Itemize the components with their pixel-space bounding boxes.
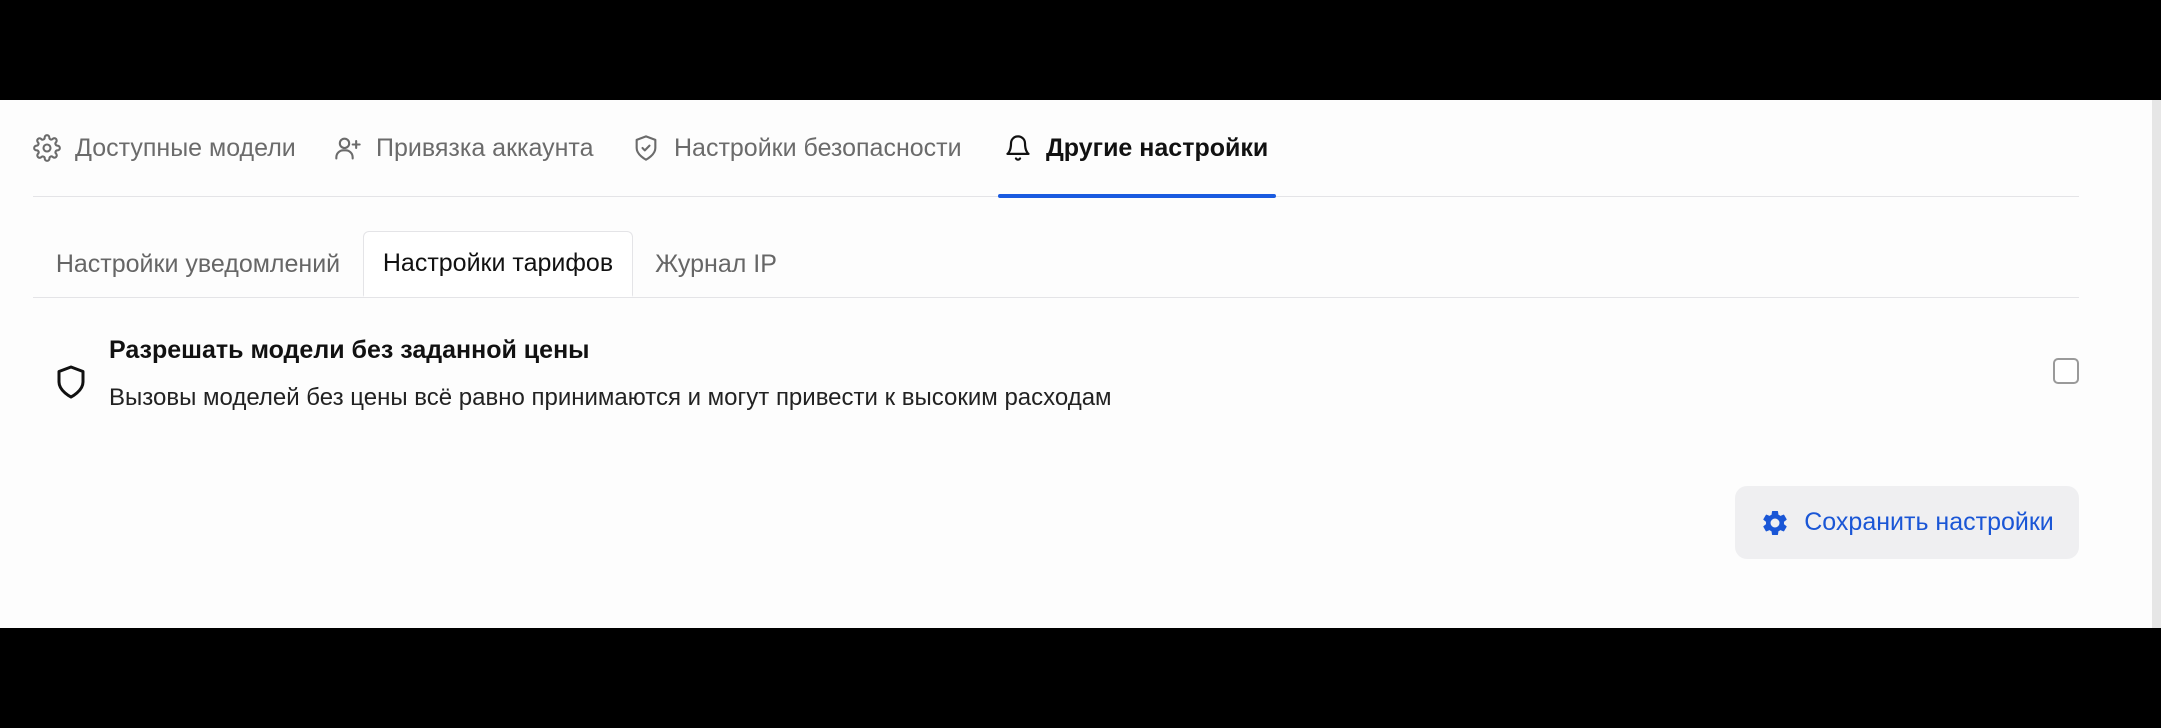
setting-description: Вызовы моделей без цены всё равно приним… <box>109 384 1112 411</box>
tab-account-binding[interactable]: Привязка аккаунта <box>334 100 594 196</box>
active-tab-indicator <box>998 194 1277 198</box>
tab-label: Привязка аккаунта <box>376 133 594 162</box>
gear-icon <box>33 134 61 162</box>
tab-other-settings[interactable]: Другие настройки <box>998 100 1277 198</box>
setting-title: Разрешать модели без заданной цены <box>109 336 590 364</box>
sub-tabs: Настройки уведомлений Настройки тарифов … <box>33 231 2079 298</box>
tab-security-settings[interactable]: Настройки безопасности <box>632 100 962 196</box>
setting-allow-unpriced-models: Разрешать модели без заданной цены Вызов… <box>33 330 2079 450</box>
subtab-notification-settings[interactable]: Настройки уведомлений <box>33 231 363 297</box>
tab-label: Другие настройки <box>1046 133 1269 162</box>
letterbox-bottom <box>0 628 2161 728</box>
letterbox-top <box>0 0 2161 100</box>
main-tabs: Доступные модели Привязка аккаунта Настр… <box>33 100 2079 198</box>
tab-available-models[interactable]: Доступные модели <box>33 100 296 196</box>
user-plus-icon <box>334 134 362 162</box>
bell-icon <box>1004 134 1032 162</box>
shield-icon <box>53 364 89 400</box>
save-settings-button[interactable]: Сохранить настройки <box>1735 486 2079 559</box>
shield-check-icon <box>632 134 660 162</box>
settings-panel: Доступные модели Привязка аккаунта Настр… <box>0 100 2161 628</box>
subtab-label: Настройки тарифов <box>382 249 614 277</box>
save-button-label: Сохранить настройки <box>1804 508 2054 536</box>
tab-label: Доступные модели <box>75 133 296 162</box>
subtab-ip-log[interactable]: Журнал IP <box>633 231 799 297</box>
subtab-label: Журнал IP <box>655 249 777 278</box>
scrollbar-track[interactable] <box>2152 100 2161 628</box>
gear-icon <box>1760 508 1790 538</box>
allow-unpriced-models-checkbox[interactable] <box>2053 358 2079 384</box>
tab-label: Настройки безопасности <box>674 133 962 162</box>
subtab-label: Настройки уведомлений <box>55 249 341 278</box>
subtab-tariff-settings[interactable]: Настройки тарифов <box>363 231 633 297</box>
